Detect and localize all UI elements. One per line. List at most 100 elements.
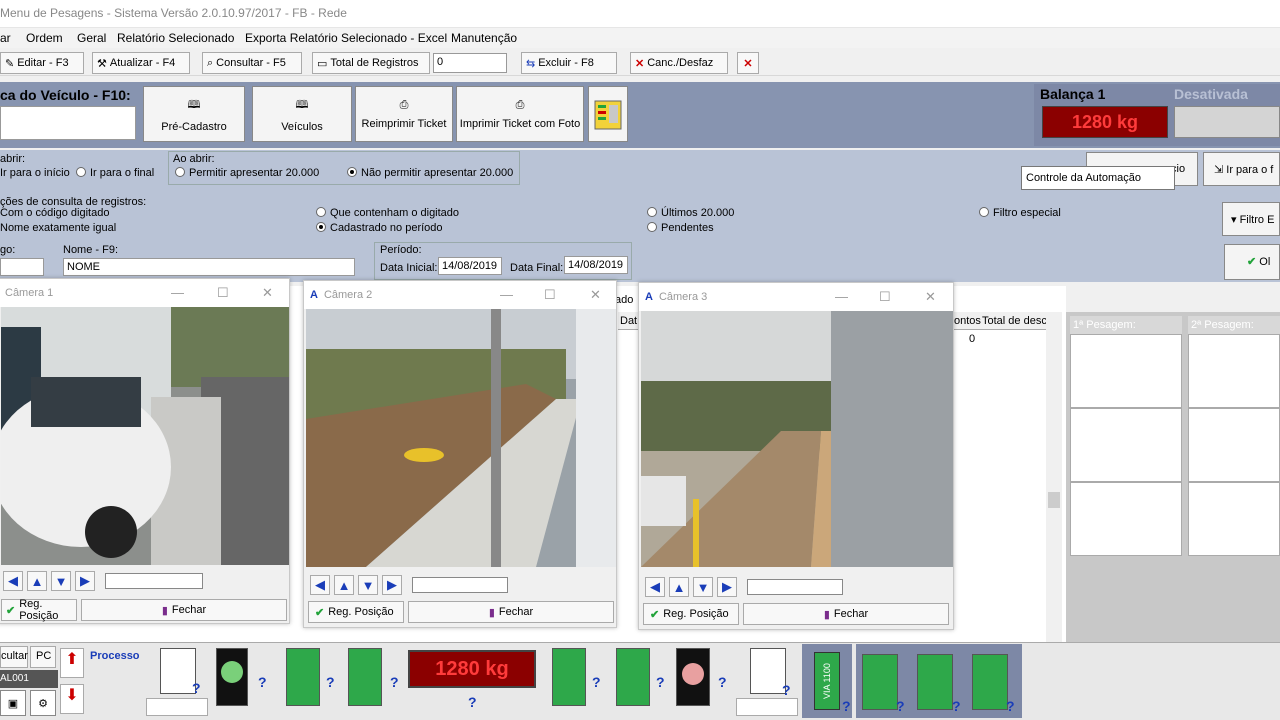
filter-button[interactable]: ▾ Filtro E [1222,202,1280,236]
go-end-button[interactable]: ⇲ Ir para o f [1203,152,1280,186]
radio-deny[interactable]: Não permitir apresentar 20.000 [347,167,513,179]
traffic-light-red-icon[interactable] [676,648,710,706]
help-icon[interactable]: ? [952,698,961,714]
consult-button[interactable]: ⌕ Consultar - F5 [202,52,302,74]
minimize-icon[interactable]: — [835,289,848,304]
scroll-thumb[interactable] [1048,492,1060,508]
help-icon[interactable]: ? [782,682,791,698]
camera-1-reg-button[interactable]: ✔ Reg. Posição [1,598,77,622]
radio-allow[interactable]: Permitir apresentar 20.000 [175,167,319,179]
camera-1-slider[interactable] [105,573,203,589]
pre-cadastro-button[interactable]: 🕮 Pré-Cadastro [143,86,245,142]
menu-item-relatorio[interactable]: Relatório Selecionado [117,31,234,45]
menu-item-exporta[interactable]: Exporta Relatório Selecionado - Excel [245,31,447,45]
radio-period[interactable]: Cadastrado no período [316,222,443,234]
camera-1-close-button[interactable]: ▮ Fechar [81,599,287,621]
hide-button[interactable]: cultar [0,646,28,668]
maximize-icon[interactable]: ☐ [544,287,556,303]
up-button[interactable]: ⬆ [60,648,84,678]
right-arrow-icon[interactable]: ▶ [717,577,737,597]
left-arrow-icon[interactable]: ◀ [3,571,23,591]
menu-item-manutencao[interactable]: Manutenção [451,31,517,45]
maximize-icon[interactable]: ☐ [217,285,229,301]
barrier-3-icon[interactable] [552,648,586,706]
col-header-dat[interactable]: Dat [620,315,637,327]
plate-input[interactable] [0,106,136,140]
help-icon[interactable]: ? [656,674,665,690]
reimprimir-button[interactable]: ⎙ Reimprimir Ticket [355,86,453,142]
down-arrow-icon[interactable]: ▼ [51,571,71,591]
radio-exact[interactable]: Nome exatamente igual [0,222,116,234]
menu-item-ordem[interactable]: Ordem [26,31,63,45]
end-date-input[interactable]: 14/08/2019 [564,256,628,274]
camera-status-1-icon[interactable] [862,654,898,710]
barrier-4-icon[interactable] [616,648,650,706]
barrier-2-icon[interactable] [348,648,382,706]
total-records-field[interactable]: 0 [433,53,507,73]
camera-3-close-button[interactable]: ▮ Fechar [743,603,949,625]
close-x-button[interactable]: ✕ [737,52,759,74]
table-scrollbar[interactable] [1046,312,1062,642]
help-icon[interactable]: ? [718,674,727,690]
help-icon[interactable]: ? [390,674,399,690]
radio-contains[interactable]: Que contenham o digitado [316,207,459,219]
save-button[interactable]: ▣ [0,690,26,716]
close-icon[interactable]: ✕ [925,289,936,305]
edit-button[interactable]: ✎ Editar - F3 [0,52,84,74]
right-arrow-icon[interactable]: ▶ [382,575,402,595]
camera-3-reg-button[interactable]: ✔ Reg. Posição [643,603,739,625]
camera-2-reg-button[interactable]: ✔ Reg. Posição [308,601,404,623]
cancel-button[interactable]: ✕ Canc./Desfaz [630,52,728,74]
help-icon[interactable]: ? [1006,698,1015,714]
camera-status-3-icon[interactable] [972,654,1008,710]
help-icon[interactable]: ? [326,674,335,690]
up-arrow-icon[interactable]: ▲ [669,577,689,597]
minimize-icon[interactable]: — [500,287,513,302]
camera-status-2-icon[interactable] [917,654,953,710]
down-arrow-icon[interactable]: ▼ [693,577,713,597]
right-arrow-icon[interactable]: ▶ [75,571,95,591]
radio-pending[interactable]: Pendentes [647,222,714,234]
radio-code[interactable]: Com o código digitado [0,207,109,219]
down-button[interactable]: ⬇ [60,684,84,714]
help-icon[interactable]: ? [592,674,601,690]
settings-button[interactable]: ⚙ [30,690,56,716]
menu-item-geral[interactable]: Geral [77,31,106,45]
total-records-button[interactable]: ▭ Total de Registros [312,52,430,74]
minimize-icon[interactable]: — [171,285,184,300]
traffic-light-green-icon[interactable] [216,648,248,706]
help-icon[interactable]: ? [468,694,477,710]
menu-item-cadastrar[interactable]: ar [0,31,11,45]
down-arrow-icon[interactable]: ▼ [358,575,378,595]
camera-3-slider[interactable] [747,579,843,595]
pc-button[interactable]: PC [30,646,56,668]
veiculos-button[interactable]: 🕮 Veículos [252,86,352,142]
radio-special[interactable]: Filtro especial [979,207,1061,219]
code-input[interactable] [0,258,44,276]
camera-2-slider[interactable] [412,577,508,593]
help-icon[interactable]: ? [842,698,851,714]
camera-2-close-button[interactable]: ▮ Fechar [408,601,614,623]
imprimir-foto-button[interactable]: ⎙ Imprimir Ticket com Foto [456,86,584,142]
help-icon[interactable]: ? [258,674,267,690]
radio-last[interactable]: Últimos 20.000 [647,207,734,219]
help-icon[interactable]: ? [192,680,201,696]
radio-go-start[interactable]: Ir para o início [0,167,70,179]
left-arrow-icon[interactable]: ◀ [645,577,665,597]
delete-button[interactable]: ⇆ Excluir - F8 [521,52,617,74]
automation-button[interactable] [588,86,628,142]
maximize-icon[interactable]: ☐ [879,289,891,305]
up-arrow-icon[interactable]: ▲ [334,575,354,595]
name-input[interactable]: NOME [63,258,355,276]
left-arrow-icon[interactable]: ◀ [310,575,330,595]
barrier-1-icon[interactable] [286,648,320,706]
sensor-2-icon[interactable] [750,648,786,694]
sensor-1-icon[interactable] [160,648,196,694]
ok-button[interactable]: ✔ Ol [1224,244,1280,280]
up-arrow-icon[interactable]: ▲ [27,571,47,591]
close-icon[interactable]: ✕ [262,285,273,301]
close-icon[interactable]: ✕ [590,287,601,303]
update-button[interactable]: ⚒ Atualizar - F4 [92,52,190,74]
radio-go-end[interactable]: Ir para o final [76,167,154,179]
col-header-pontos[interactable]: ontos [954,315,981,327]
